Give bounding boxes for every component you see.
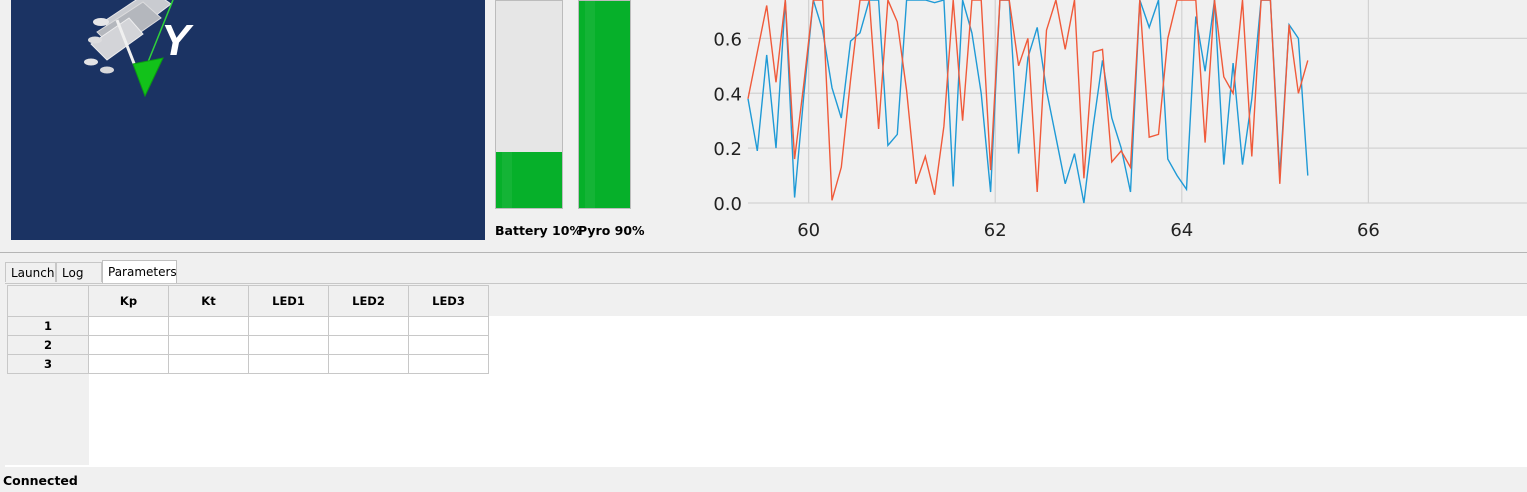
chart-canvas: 60 62 64 66 0.0 0.2 0.4 0.6 [713,0,1527,241]
cell-led3-2[interactable] [408,335,489,355]
column-header-kp[interactable]: Kp [88,285,169,317]
y-tick-label: 0.0 [713,194,742,215]
attitude-3d-view[interactable]: Y [11,0,485,240]
column-header-led2[interactable]: LED2 [328,285,409,317]
cell-led1-2[interactable] [248,335,329,355]
rocket-model-graphic: Y [84,0,194,98]
table-corner-button[interactable] [7,285,89,317]
x-tick-label: 64 [1170,220,1193,241]
cell-led3-1[interactable] [408,316,489,336]
y-tick-label: 0.2 [713,139,742,160]
cell-kp-3[interactable] [88,354,169,374]
y-axis-label: Y [161,16,194,65]
battery-label: Battery 10% [495,223,582,238]
y-tick-label: 0.4 [713,84,742,105]
table-row: 1 [7,316,489,336]
pyro-level-fill [579,1,630,208]
column-header-led1[interactable]: LED1 [248,285,329,317]
row-header-3[interactable]: 3 [7,354,89,374]
cell-led1-1[interactable] [248,316,329,336]
table-row: 3 [7,354,489,374]
cell-kp-1[interactable] [88,316,169,336]
x-tick-label: 62 [984,220,1007,241]
cell-kp-2[interactable] [88,335,169,355]
series-line-1 [747,0,1309,204]
x-tick-label: 66 [1357,220,1380,241]
cell-kt-1[interactable] [168,316,249,336]
battery-level-bar [495,0,563,209]
pyro-level-bar [578,0,631,209]
pyro-label: Pyro 90% [578,223,645,238]
tab-log[interactable]: Log [56,262,102,282]
row-header-2[interactable]: 2 [7,335,89,355]
cell-led1-3[interactable] [248,354,329,374]
tab-launch[interactable]: Launch [5,262,56,282]
x-tick-label: 60 [797,220,820,241]
cell-led2-2[interactable] [328,335,409,355]
telemetry-line-chart[interactable]: 60 62 64 66 0.0 0.2 0.4 0.6 [690,0,1527,250]
row-header-1[interactable]: 1 [7,316,89,336]
status-bar-text: Connected [3,473,78,488]
battery-level-fill [496,152,562,208]
splitter[interactable] [0,252,1527,253]
series-line-2 [747,0,1309,201]
parameters-table[interactable]: Kp Kt LED1 LED2 LED3 1 2 3 [7,285,489,374]
parameters-panel: Kp Kt LED1 LED2 LED3 1 2 3 [5,283,1527,467]
tab-parameters[interactable]: Parameters [102,260,177,284]
cell-led2-1[interactable] [328,316,409,336]
cell-led3-3[interactable] [408,354,489,374]
column-header-led3[interactable]: LED3 [408,285,489,317]
cell-led2-3[interactable] [328,354,409,374]
column-header-kt[interactable]: Kt [168,285,249,317]
y-axis-cone [132,57,164,98]
cell-kt-3[interactable] [168,354,249,374]
y-tick-label: 0.6 [713,29,742,50]
table-row: 2 [7,335,489,355]
cell-kt-2[interactable] [168,335,249,355]
